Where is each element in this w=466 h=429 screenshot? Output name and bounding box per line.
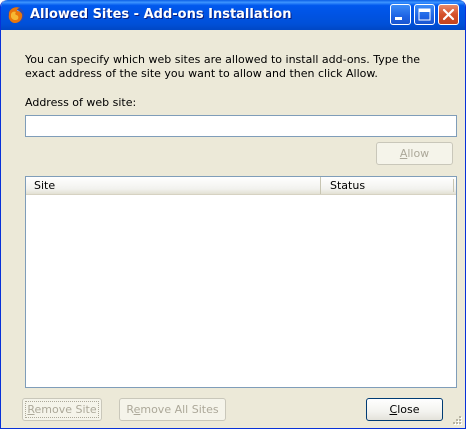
remove-all-pre: R bbox=[126, 403, 134, 416]
close-window-button[interactable] bbox=[438, 4, 459, 25]
resize-grip-icon[interactable] bbox=[451, 414, 463, 426]
allow-button[interactable]: Allow bbox=[376, 142, 453, 165]
description-text: You can specify which web sites are allo… bbox=[25, 53, 421, 80]
firefox-icon bbox=[7, 6, 25, 24]
sites-list[interactable]: Site Status bbox=[25, 176, 457, 388]
close-button[interactable]: Close bbox=[366, 398, 443, 421]
remove-site-button[interactable]: Remove Site bbox=[22, 398, 102, 421]
close-icon bbox=[442, 8, 455, 21]
dialog-content: You can specify which web sites are allo… bbox=[1, 30, 465, 428]
remove-all-label: move All Sites bbox=[140, 403, 219, 416]
remove-all-sites-button[interactable]: Remove All Sites bbox=[119, 398, 226, 421]
title-bar[interactable]: Allowed Sites - Add-ons Installation bbox=[1, 0, 465, 30]
allow-label: llow bbox=[407, 147, 430, 160]
column-divider bbox=[453, 179, 454, 192]
remove-site-accel: R bbox=[27, 403, 35, 416]
maximize-button[interactable] bbox=[414, 4, 435, 25]
address-label: Address of web site: bbox=[25, 96, 137, 109]
remove-site-label: emove Site bbox=[34, 403, 97, 416]
column-header-status[interactable]: Status bbox=[322, 177, 456, 194]
window-title: Allowed Sites - Add-ons Installation bbox=[30, 7, 292, 22]
close-label: lose bbox=[397, 403, 420, 416]
maximize-icon bbox=[418, 8, 431, 21]
list-header: Site Status bbox=[26, 177, 456, 195]
address-input[interactable] bbox=[25, 115, 457, 137]
minimize-button[interactable] bbox=[390, 4, 411, 25]
allowed-sites-window: Allowed Sites - Add-ons Installation You… bbox=[0, 0, 466, 429]
minimize-icon bbox=[395, 17, 402, 20]
column-header-site[interactable]: Site bbox=[26, 177, 321, 194]
